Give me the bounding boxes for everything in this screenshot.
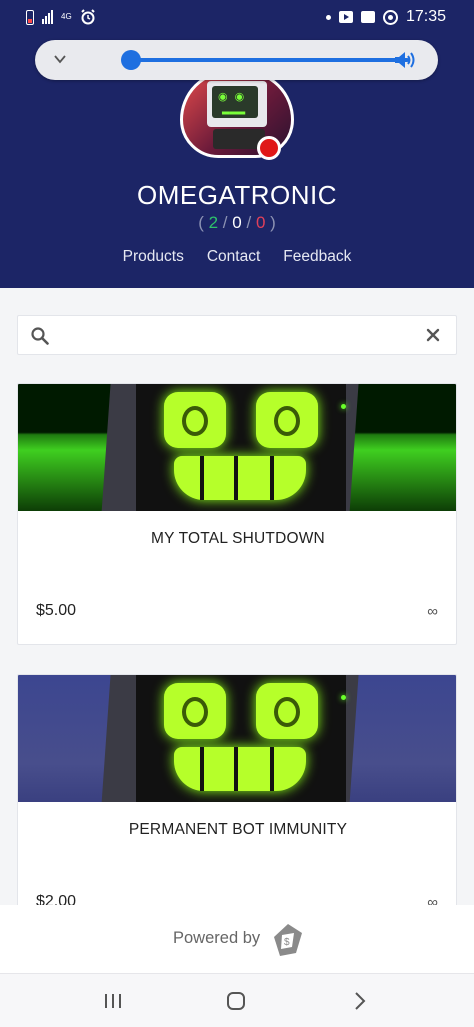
recent-apps-icon[interactable] (102, 990, 124, 1012)
rating-neutral: 0 (232, 213, 242, 232)
search-icon (31, 327, 49, 345)
sync-icon (382, 9, 398, 25)
product-stock: ∞ (427, 603, 438, 620)
home-icon[interactable] (225, 990, 247, 1012)
store-name: OMEGATRONIC (136, 180, 338, 210)
store-avatar (180, 70, 294, 160)
close-icon[interactable] (426, 328, 440, 342)
product-title[interactable]: MY TOTAL SHUTDOWN (18, 530, 456, 548)
sellix-logo-icon[interactable]: $ (272, 923, 304, 957)
signal-icon (42, 10, 53, 24)
status-bar: 4G 17:35 (0, 0, 474, 36)
store-header: 4G 17:35 ◉ ◉ ▂▂▂ OMEGATRONIC (2 / 0 / 0… (0, 0, 474, 288)
product-image[interactable] (18, 675, 456, 802)
network-type: 4G (61, 12, 72, 21)
powered-by-text: Powered by (173, 929, 261, 947)
search-bar (17, 315, 457, 355)
back-icon[interactable] (349, 990, 371, 1012)
store-nav: Products Contact Feedback (0, 248, 474, 266)
nav-products[interactable]: Products (123, 248, 184, 266)
battery-icon (26, 9, 34, 25)
powered-by-footer[interactable]: Powered by $ (0, 905, 474, 973)
store-ratings: ( 2 / 0 / 0 ) (198, 213, 276, 232)
search-input[interactable] (62, 324, 412, 348)
volume-knob[interactable] (121, 50, 141, 70)
youtube-icon (338, 11, 353, 23)
rating-positive: 2 (208, 213, 219, 232)
notification-dot-icon (325, 14, 331, 20)
rating-negative: 0 (255, 213, 266, 232)
volume-track[interactable] (131, 58, 409, 62)
system-nav-bar (0, 973, 474, 1027)
nav-contact[interactable]: Contact (207, 248, 260, 266)
product-card[interactable]: MY TOTAL SHUTDOWN $5.00 ∞ (17, 383, 457, 645)
discord-icon (360, 11, 375, 23)
status-time: 17:35 (405, 8, 446, 25)
nav-feedback[interactable]: Feedback (283, 248, 351, 266)
volume-slider-panel[interactable] (35, 40, 438, 80)
product-image[interactable] (18, 384, 456, 511)
svg-text:$: $ (284, 937, 290, 948)
product-price: $5.00 (36, 602, 77, 619)
product-title[interactable]: PERMANENT BOT IMMUNITY (18, 821, 456, 839)
alarm-icon (80, 9, 95, 25)
chevron-down-icon[interactable] (53, 52, 67, 66)
volume-icon[interactable] (393, 49, 419, 71)
status-dot-icon (257, 136, 281, 160)
product-card[interactable]: PERMANENT BOT IMMUNITY $2.00 ∞ (17, 674, 457, 936)
